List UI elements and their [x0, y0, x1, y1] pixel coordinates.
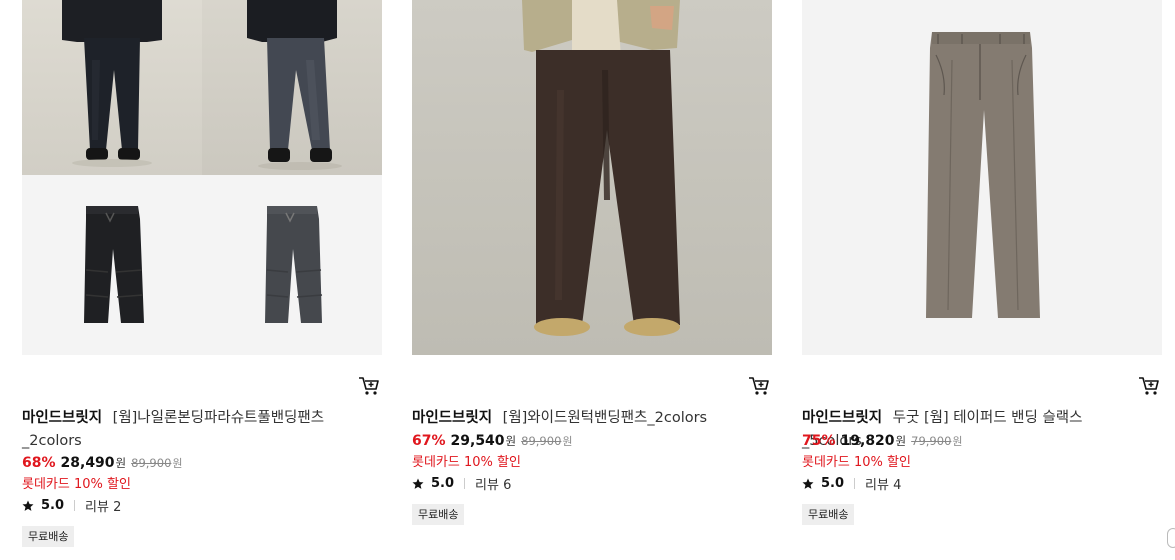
cart-icon [1139, 377, 1159, 395]
model-photo-gray [202, 0, 382, 175]
product-image[interactable] [22, 0, 382, 355]
product-image[interactable] [412, 0, 772, 355]
review-count: 리뷰 6 [475, 478, 512, 493]
original-currency-unit: 원 [952, 435, 963, 448]
original-price: 89,900 [131, 456, 172, 470]
star-icon [412, 478, 424, 489]
product-name[interactable]: [웜]와이드원턱밴딩팬츠_2colors [503, 410, 707, 426]
model-photo-black [22, 0, 202, 175]
sale-price: 29,540 [450, 433, 505, 449]
add-to-cart-button[interactable] [358, 376, 380, 396]
currency-unit: 원 [895, 434, 907, 448]
brand-name[interactable]: 마인드브릿지 [802, 410, 882, 426]
rating-row: 5.0 리뷰 4 [802, 474, 901, 493]
free-shipping-badge: 무료배송 [802, 504, 855, 525]
rating-row: 5.0 리뷰 6 [412, 474, 511, 493]
product-card[interactable]: 마인드브릿지 [웜]와이드원턱밴딩팬츠_2colors 67% 29,540원 89… [412, 0, 772, 525]
discount-rate: 67% [412, 433, 446, 449]
rating-score: 5.0 [41, 498, 65, 513]
flat-photo-taupe [802, 0, 1162, 355]
rating-row: 5.0 리뷰 2 [22, 496, 121, 515]
divider [854, 478, 856, 489]
scroll-handle[interactable] [1167, 528, 1175, 548]
card-promotion: 롯데카드 10% 할인 [802, 455, 911, 470]
price-line: 68% 28,490원 89,900원 [22, 455, 183, 471]
original-price: 89,900 [521, 434, 562, 448]
sale-price: 19,820 [840, 433, 895, 449]
card-promotion: 롯데카드 10% 할인 [412, 455, 521, 470]
product-card[interactable]: 마인드브릿지 두굿 [웜] 테이퍼드 밴딩 슬랙스_5colors 75% 19,… [802, 0, 1162, 525]
currency-unit: 원 [115, 456, 127, 470]
currency-unit: 원 [505, 434, 517, 448]
add-to-cart-button[interactable] [1138, 376, 1160, 396]
product-image[interactable] [802, 0, 1162, 355]
discount-rate: 68% [22, 455, 56, 471]
free-shipping-badge: 무료배송 [412, 504, 465, 525]
original-currency-unit: 원 [562, 435, 573, 448]
product-title[interactable]: 마인드브릿지 [웜]나일론본딩파라슈트풀밴딩팬츠_2colors [22, 407, 362, 453]
price-line: 67% 29,540원 89,900원 [412, 433, 573, 449]
add-to-cart-button[interactable] [748, 376, 770, 396]
divider [74, 500, 76, 511]
free-shipping-badge: 무료배송 [22, 526, 75, 547]
review-count: 리뷰 2 [85, 500, 122, 515]
rating-score: 5.0 [821, 476, 845, 491]
cart-icon [359, 377, 379, 395]
rating-score: 5.0 [431, 476, 455, 491]
star-icon [22, 500, 34, 511]
review-count: 리뷰 4 [865, 478, 902, 493]
original-price: 79,900 [911, 434, 952, 448]
sale-price: 28,490 [60, 455, 115, 471]
discount-rate: 75% [802, 433, 836, 449]
card-promotion: 롯데카드 10% 할인 [22, 477, 131, 492]
star-icon [802, 478, 814, 489]
cart-icon [749, 377, 769, 395]
product-title[interactable]: 마인드브릿지 [웜]와이드원턱밴딩팬츠_2colors [412, 407, 752, 430]
price-line: 75% 19,820원 79,900원 [802, 433, 963, 449]
product-card[interactable]: 마인드브릿지 [웜]나일론본딩파라슈트풀밴딩팬츠_2colors 68% 28,4… [22, 0, 382, 547]
flat-photo-gray [202, 175, 382, 355]
brand-name[interactable]: 마인드브릿지 [22, 410, 102, 426]
model-photo-brown [412, 0, 772, 355]
flat-photo-black [22, 175, 202, 355]
original-currency-unit: 원 [172, 457, 183, 470]
divider [464, 478, 466, 489]
brand-name[interactable]: 마인드브릿지 [412, 410, 492, 426]
